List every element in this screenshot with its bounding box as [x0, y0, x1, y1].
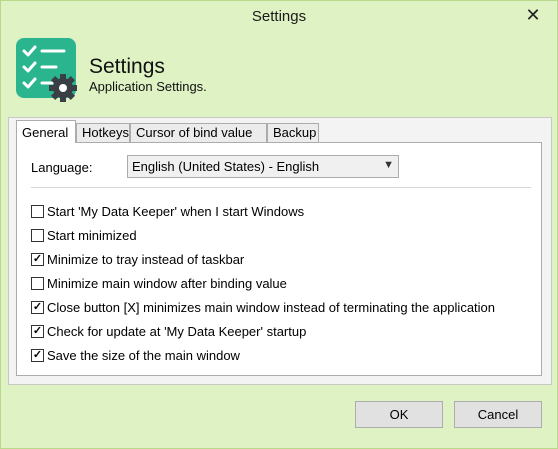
divider: [31, 187, 531, 188]
ok-button[interactable]: OK: [355, 401, 443, 428]
checkbox[interactable]: [31, 205, 44, 218]
checkbox[interactable]: ✓: [31, 301, 44, 314]
checkbox[interactable]: [31, 229, 44, 242]
checkbox[interactable]: ✓: [31, 253, 44, 266]
checkbox[interactable]: ✓: [31, 325, 44, 338]
settings-window: Settings ✕ Settings Application Settings…: [0, 0, 558, 449]
cancel-button[interactable]: Cancel: [454, 401, 542, 428]
language-select[interactable]: English (United States) - English ▼: [127, 155, 399, 178]
checklist-gear-icon: [16, 38, 78, 102]
tab-cursor-of-bind-value[interactable]: Cursor of bind value: [130, 123, 267, 142]
title-bar[interactable]: Settings ✕: [1, 1, 557, 32]
window-title: Settings: [251, 8, 307, 25]
tab-hotkeys[interactable]: Hotkeys: [76, 123, 130, 142]
header: Settings Application Settings.: [1, 32, 557, 108]
header-title: Settings: [89, 55, 165, 78]
tab-backup[interactable]: Backup: [267, 123, 319, 142]
option-label: Minimize main window after binding value: [47, 276, 287, 291]
option-label: Start 'My Data Keeper' when I start Wind…: [47, 204, 305, 219]
checkbox[interactable]: ✓: [31, 349, 44, 362]
language-value: English (United States) - English: [132, 159, 320, 174]
close-icon[interactable]: ✕: [519, 4, 547, 26]
option-label: Close button [X] minimizes main window i…: [47, 300, 496, 315]
checkbox[interactable]: [31, 277, 44, 290]
option-label: Minimize to tray instead of taskbar: [47, 252, 245, 267]
option-label: Save the size of the main window: [47, 348, 240, 363]
chevron-down-icon: ▼: [383, 159, 394, 171]
option-label: Start minimized: [47, 228, 137, 243]
tab-general[interactable]: General: [16, 120, 76, 143]
header-subtitle: Application Settings.: [89, 79, 207, 94]
general-panel: Language: English (United States) - Engl…: [16, 142, 542, 376]
language-label: Language:: [31, 160, 93, 175]
option-label: Check for update at 'My Data Keeper' sta…: [47, 324, 307, 339]
tab-container: General Hotkeys Cursor of bind value Bac…: [8, 117, 552, 385]
